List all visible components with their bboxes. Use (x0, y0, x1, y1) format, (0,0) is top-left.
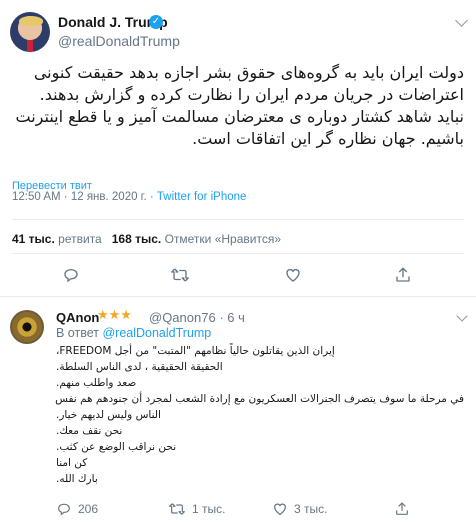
like-button[interactable] (284, 262, 302, 286)
retweet-button[interactable] (170, 262, 190, 286)
engagement-stats: 41 тыс. ретвита 168 тыс. Отметки «Нравитс… (12, 232, 281, 246)
reply-avatar[interactable] (10, 310, 44, 344)
chevron-down-icon[interactable] (455, 14, 468, 27)
retweets-count: 41 тыс. (12, 232, 55, 246)
reply-text-line: إيران الذين يقاتلون حالياً نظامهم "المتب… (56, 345, 335, 357)
author-handle[interactable]: @realDonaldTrump (58, 33, 180, 49)
reply-text-line: نحن نقف معك. (56, 425, 123, 437)
reply-text-line: نحن نراقب الوضع عن كثب. (56, 441, 177, 453)
reply-actions: 206 1 тыс. 3 тыс. (0, 496, 476, 520)
reply-to-prefix: В ответ (56, 326, 99, 340)
reply-count: 206 (78, 501, 99, 516)
retweets-stat[interactable]: 41 тыс. ретвита (12, 232, 102, 246)
avatar-tie (27, 40, 33, 52)
retweet-count: 1 тыс. (192, 501, 226, 516)
reply-text-line: بارك الله. (56, 473, 98, 485)
tweet-time[interactable]: 12:50 AM (12, 191, 61, 203)
reply-to-mention[interactable]: @realDonaldTrump (102, 326, 211, 340)
tweet-actions (0, 262, 476, 288)
avatar[interactable] (10, 12, 50, 52)
reply-text: إيران الذين يقاتلون حالياً نظامهم "المتب… (55, 343, 464, 487)
reply-icon (64, 268, 78, 282)
thread-separator (0, 296, 476, 297)
reply-text-line: الناس وليس لديهم خيار. (56, 409, 161, 421)
share-icon (396, 501, 408, 515)
retweets-label: ретвита (58, 232, 102, 246)
reply-handle: @Qanon76 (149, 310, 216, 325)
share-icon (396, 267, 410, 282)
reply-handle-line[interactable]: @Qanon76 · 6 ч (149, 310, 245, 325)
likes-stat[interactable]: 168 тыс. Отметки «Нравится» (112, 232, 281, 246)
avatar-hair (19, 16, 43, 26)
reply-text-line: كن امنا (56, 457, 88, 469)
heart-icon (274, 503, 286, 515)
retweet-icon (169, 502, 185, 515)
divider (12, 253, 464, 254)
reply-text-line: في مرحلة ما سوف يتصرف الجنرالات العسكريو… (55, 393, 464, 405)
source-separator: · (149, 191, 154, 203)
reply-text-line: الحقيقة الحقيقية ، لدى الناس السلطة. (56, 361, 223, 373)
verified-badge-icon: ✓ (149, 15, 163, 29)
main-tweet: Donald J. Trump ✓ @realDonaldTrump دولت … (0, 0, 476, 295)
reply-button[interactable] (62, 262, 80, 286)
share-button[interactable] (394, 496, 410, 520)
reply-button[interactable]: 206 (56, 496, 98, 520)
star-icons: ★★★ (97, 308, 132, 323)
share-button[interactable] (394, 262, 412, 286)
reply-separator: · (219, 310, 224, 325)
reply-age: 6 ч (227, 310, 245, 325)
reply-to-line: В ответ @realDonaldTrump (56, 326, 211, 340)
tweet-text: دولت ایران باید به گروه‌های حقوق بشر اجا… (15, 63, 464, 148)
tweet-source[interactable]: Twitter for iPhone (157, 191, 246, 203)
like-count: 3 тыс. (294, 501, 328, 516)
reply-author-name[interactable]: QAnon (56, 310, 99, 325)
reply-icon (58, 503, 70, 516)
retweet-button[interactable]: 1 тыс. (168, 496, 225, 520)
likes-count: 168 тыс. (111, 232, 162, 246)
chevron-down-icon[interactable] (456, 310, 468, 322)
likes-label: Отметки «Нравится» (164, 232, 282, 246)
tweet-date[interactable]: 12 янв. 2020 г. (71, 191, 147, 203)
timestamp-line: 12:50 AM · 12 янв. 2020 г. · Twitter for… (12, 191, 246, 203)
heart-icon (286, 268, 300, 282)
reply-text-line: صعد واطلب منهم. (56, 377, 137, 389)
like-button[interactable]: 3 тыс. (272, 496, 327, 520)
divider (12, 219, 464, 220)
timestamp-separator: · (63, 191, 68, 203)
retweet-icon (171, 268, 189, 281)
